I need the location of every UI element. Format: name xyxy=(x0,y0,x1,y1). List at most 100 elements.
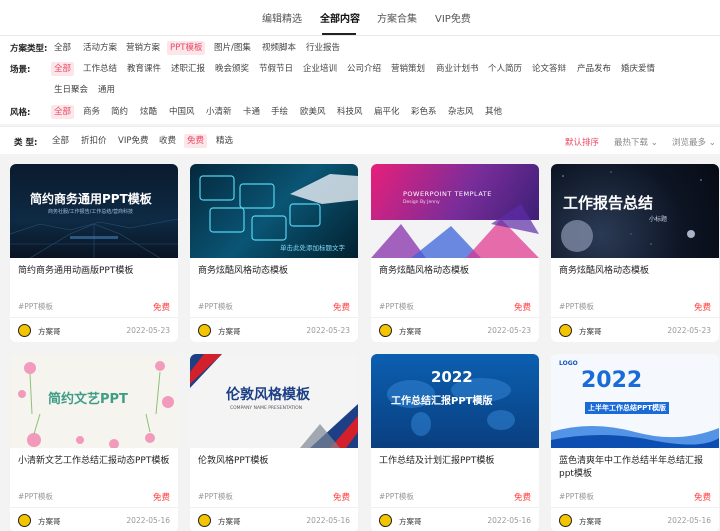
filter-style-chinese[interactable]: 中国风 xyxy=(166,105,198,119)
author-avatar[interactable] xyxy=(18,324,31,337)
price-filter-paid[interactable]: 收费 xyxy=(156,134,179,148)
author-avatar[interactable] xyxy=(379,324,392,337)
card-title[interactable]: 蓝色清爽年中工作总结半年总结汇报ppt模板 xyxy=(559,455,713,481)
filter-scene-courseware[interactable]: 教育课件 xyxy=(124,62,164,76)
tab-plan-collections[interactable]: 方案合集 xyxy=(377,10,417,25)
filter-style-magazine[interactable]: 杂志风 xyxy=(445,105,477,119)
filter-style-cool[interactable]: 炫酷 xyxy=(137,105,160,119)
filter-scene-wedding[interactable]: 婚庆爱情 xyxy=(618,62,658,76)
template-card[interactable]: 2022 工作总结汇报PPT模版 工作总结及计划汇报PPT模板 #PPT模板 免… xyxy=(371,354,539,531)
author-name[interactable]: 方案哥 xyxy=(399,516,422,527)
filter-type-activity[interactable]: 活动方案 xyxy=(80,41,120,55)
thumbnail[interactable]: LOGO 2022 上半年工作总结PPT模版 xyxy=(551,354,719,448)
card-title[interactable]: 商务炫酷风格动态模板 xyxy=(559,265,713,278)
author-name[interactable]: 方案哥 xyxy=(218,326,241,337)
card-title[interactable]: 商务炫酷风格动态模板 xyxy=(379,265,533,278)
template-card[interactable]: 工作报告总结 小标题 商务炫酷风格动态模板 #PPT模板 免费 方案哥 2022… xyxy=(551,164,719,342)
thumbnail[interactable]: POWERPOINT TEMPLATE Design By Jenny xyxy=(371,164,539,258)
author-name[interactable]: 方案哥 xyxy=(218,516,241,527)
filter-style-business[interactable]: 商务 xyxy=(80,105,103,119)
card-title[interactable]: 工作总结及计划汇报PPT模板 xyxy=(379,455,533,468)
filter-style-colorful[interactable]: 彩色系 xyxy=(408,105,440,119)
template-card[interactable]: 简约商务通用PPT模板 商务社服/工作报告/工作总结/营商科技 简约商务通用动画… xyxy=(10,164,178,342)
filter-scene-gala[interactable]: 晚会颁奖 xyxy=(212,62,252,76)
card-tag[interactable]: #PPT模板 xyxy=(559,491,594,502)
tab-editor-picks[interactable]: 编辑精选 xyxy=(262,10,302,25)
author-name[interactable]: 方案哥 xyxy=(399,326,422,337)
sort-most-viewed[interactable]: 浏览最多 ⌄ xyxy=(672,136,716,148)
filter-scene-marketing-plan[interactable]: 营销策划 xyxy=(388,62,428,76)
template-card[interactable]: POWERPOINT TEMPLATE Design By Jenny 商务炫酷… xyxy=(371,164,539,342)
filter-scene-resume[interactable]: 个人简历 xyxy=(485,62,525,76)
filter-scene-report[interactable]: 述职汇报 xyxy=(168,62,208,76)
filter-style-hand-drawn[interactable]: 手绘 xyxy=(268,105,291,119)
tab-all-content[interactable]: 全部内容 xyxy=(320,10,360,25)
card-title[interactable]: 商务炫酷风格动态模板 xyxy=(198,265,352,278)
thumbnail[interactable]: 简约文艺PPT xyxy=(10,354,178,448)
template-card[interactable]: LOGO 2022 上半年工作总结PPT模版 蓝色清爽年中工作总结半年总结汇报p… xyxy=(551,354,719,531)
author-avatar[interactable] xyxy=(379,514,392,527)
sort-default[interactable]: 默认排序 xyxy=(565,136,599,148)
author-name[interactable]: 方案哥 xyxy=(38,326,61,337)
template-card[interactable]: 单击此处添加标题文字 商务炫酷风格动态模板 #PPT模板 免费 方案哥 2022… xyxy=(190,164,358,342)
card-tag[interactable]: #PPT模板 xyxy=(559,301,594,312)
author-avatar[interactable] xyxy=(198,514,211,527)
filter-style-cartoon[interactable]: 卡通 xyxy=(240,105,263,119)
filter-style-western[interactable]: 欧美风 xyxy=(297,105,329,119)
filter-type-marketing[interactable]: 营销方案 xyxy=(123,41,163,55)
author-avatar[interactable] xyxy=(559,514,572,527)
author-name[interactable]: 方案哥 xyxy=(38,516,61,527)
card-tag[interactable]: #PPT模板 xyxy=(198,491,233,502)
author-name[interactable]: 方案哥 xyxy=(579,326,602,337)
author-name[interactable]: 方案哥 xyxy=(579,516,602,527)
filter-type-industry-report[interactable]: 行业报告 xyxy=(303,41,343,55)
card-title[interactable]: 小清新文艺工作总结汇报动态PPT模板 xyxy=(18,455,172,468)
filter-scene-holidays[interactable]: 节假节日 xyxy=(256,62,296,76)
price-filter-featured[interactable]: 精选 xyxy=(213,134,236,148)
filter-scene-birthday[interactable]: 生日聚会 xyxy=(51,83,91,97)
author-avatar[interactable] xyxy=(18,514,31,527)
filter-type-images[interactable]: 图片/图集 xyxy=(211,41,254,55)
price-filter-free[interactable]: 免费 xyxy=(184,134,208,148)
thumbnail[interactable]: 2022 工作总结汇报PPT模版 xyxy=(371,354,539,448)
card-tag[interactable]: #PPT模板 xyxy=(379,491,414,502)
filter-style-tech[interactable]: 科技风 xyxy=(334,105,366,119)
price-filter-vip-free[interactable]: VIP免费 xyxy=(115,134,151,148)
filter-style-flat[interactable]: 扁平化 xyxy=(371,105,403,119)
filter-style-all[interactable]: 全部 xyxy=(51,105,75,119)
thumbnail[interactable]: 简约商务通用PPT模板 商务社服/工作报告/工作总结/营商科技 xyxy=(10,164,178,258)
filter-style-other[interactable]: 其他 xyxy=(482,105,505,119)
filter-scene-all[interactable]: 全部 xyxy=(51,62,75,76)
thumbnail[interactable]: 工作报告总结 小标题 xyxy=(551,164,719,258)
card-title[interactable]: 简约商务通用动画版PPT模板 xyxy=(18,265,172,278)
thumbnail[interactable]: 伦敦风格模板 COMPANY NAME PRESENTATION xyxy=(190,354,358,448)
price-filter-discount[interactable]: 折扣价 xyxy=(78,134,110,148)
filter-scene-product-launch[interactable]: 产品发布 xyxy=(574,62,614,76)
filter-scene-general[interactable]: 通用 xyxy=(95,83,118,97)
filter-type-all[interactable]: 全部 xyxy=(51,41,74,55)
filter-type-ppt[interactable]: PPT模板 xyxy=(167,41,206,55)
price-filter-all[interactable]: 全部 xyxy=(49,134,72,148)
price-badge: 免费 xyxy=(693,303,711,313)
filter-scene-company-intro[interactable]: 公司介绍 xyxy=(344,62,384,76)
filter-scene-training[interactable]: 企业培训 xyxy=(300,62,340,76)
thumbnail[interactable]: 单击此处添加标题文字 xyxy=(190,164,358,258)
filter-style-fresh[interactable]: 小清新 xyxy=(203,105,235,119)
sort-most-downloaded[interactable]: 最热下载 ⌄ xyxy=(614,136,658,148)
filter-scene-work-summary[interactable]: 工作总结 xyxy=(80,62,120,76)
author-avatar[interactable] xyxy=(198,324,211,337)
filter-scene-business-plan[interactable]: 商业计划书 xyxy=(433,62,482,76)
template-card[interactable]: 伦敦风格模板 COMPANY NAME PRESENTATION 伦敦风格PPT… xyxy=(190,354,358,531)
filter-scene-thesis[interactable]: 论文答辩 xyxy=(529,62,569,76)
card-title[interactable]: 伦敦风格PPT模板 xyxy=(198,455,352,468)
tab-vip-free[interactable]: VIP免费 xyxy=(435,10,471,25)
filter-label-type: 方案类型: xyxy=(10,44,48,54)
card-tag[interactable]: #PPT模板 xyxy=(18,301,53,312)
filter-style-simple[interactable]: 简约 xyxy=(108,105,131,119)
filter-type-video-script[interactable]: 视频脚本 xyxy=(259,41,299,55)
template-card[interactable]: 简约文艺PPT 小清新文艺工作总结汇报动态PPT模板 #PPT模板 免费 方案哥… xyxy=(10,354,178,531)
card-tag[interactable]: #PPT模板 xyxy=(379,301,414,312)
card-tag[interactable]: #PPT模板 xyxy=(198,301,233,312)
card-tag[interactable]: #PPT模板 xyxy=(18,491,53,502)
author-avatar[interactable] xyxy=(559,324,572,337)
